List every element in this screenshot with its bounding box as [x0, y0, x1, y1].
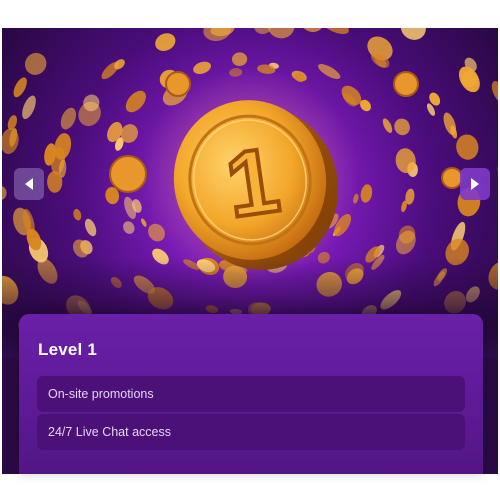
benefit-item: On-site promotions — [37, 376, 465, 412]
carousel-prev-button[interactable] — [14, 168, 44, 200]
level-title: Level 1 — [38, 340, 98, 359]
hero-banner: 1 — [2, 28, 498, 358]
benefits-list: On-site promotions 24/7 Live Chat access — [37, 376, 465, 452]
chevron-right-icon — [471, 178, 479, 190]
level-card: Level 1 On-site promotions 24/7 Live Cha… — [19, 314, 483, 474]
benefit-item: 24/7 Live Chat access — [37, 414, 465, 450]
carousel-next-button[interactable] — [460, 168, 490, 200]
benefit-label: 24/7 Live Chat access — [48, 425, 171, 439]
benefit-label: On-site promotions — [48, 387, 154, 401]
chevron-left-icon — [25, 178, 33, 190]
